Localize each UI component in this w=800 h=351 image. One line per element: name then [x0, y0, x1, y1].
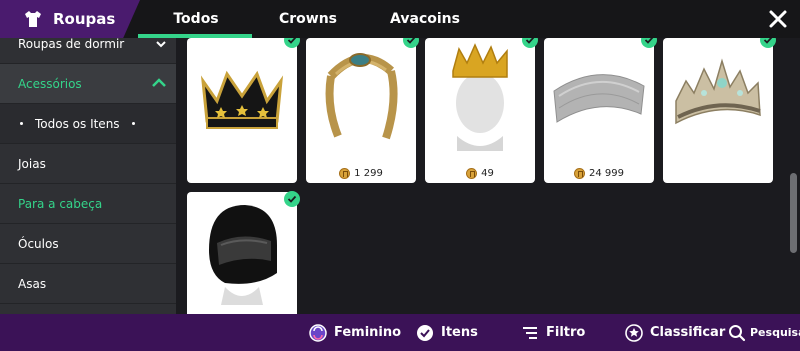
- gender-swap-icon: [309, 323, 327, 342]
- scrollbar-thumb[interactable]: [790, 173, 797, 253]
- avacoin-icon: [466, 168, 478, 179]
- sidebar-item-roupas-de-dormir[interactable]: Roupas de dormir: [0, 38, 176, 64]
- owned-check-icon: [284, 38, 300, 48]
- sidebar-item-asas[interactable]: Asas: [0, 264, 176, 304]
- search-icon: [728, 324, 746, 342]
- sort-button[interactable]: Classificar: [625, 314, 725, 351]
- app-window: Roupas Todos Crowns Avacoins Roupas de d…: [0, 0, 800, 351]
- tab-avacoins[interactable]: Avacoins: [380, 0, 470, 38]
- brand-section: Roupas: [0, 0, 140, 38]
- sidebar-item-acessorios[interactable]: Acessórios: [0, 64, 176, 104]
- owned-check-icon: [641, 38, 657, 48]
- sidebar-item-label: Óculos: [18, 236, 59, 251]
- brand-label: Roupas: [53, 10, 116, 28]
- silver-headband-image: [544, 38, 654, 153]
- sidebar-item-para-a-cabeca[interactable]: Para a cabeça: [0, 184, 176, 224]
- owned-check-icon: [522, 38, 538, 48]
- owned-check-icon: [760, 38, 776, 48]
- check-circle-icon: [416, 324, 434, 342]
- avacoin-icon: [574, 168, 585, 179]
- bottom-button-label: Itens: [441, 325, 478, 340]
- category-sidebar: Roupas de dormir Acessórios Todos os Ite…: [0, 38, 176, 314]
- gender-toggle-button[interactable]: Feminino: [309, 314, 401, 351]
- sidebar-item-joias[interactable]: Joias: [0, 144, 176, 184]
- tab-todos[interactable]: Todos: [138, 0, 252, 38]
- bottom-button-label: Feminino: [334, 325, 402, 340]
- bullet-icon: [131, 122, 135, 125]
- item-grid: 1 299 49 24 999: [176, 38, 788, 314]
- owned-check-icon: [403, 38, 419, 48]
- price-value: 49: [481, 168, 494, 179]
- bottom-button-label: Filtro: [546, 325, 586, 340]
- bottom-toolbar: Feminino Itens Filtro Classificar Pesqui…: [0, 314, 800, 351]
- price-label: 49: [425, 168, 535, 179]
- price-value: 24 999: [589, 168, 624, 179]
- sidebar-item-label: Joias: [18, 156, 46, 171]
- item-card-silver-headband[interactable]: 24 999: [544, 38, 654, 183]
- items-filter-button[interactable]: Itens: [416, 314, 478, 351]
- grid-scrollbar[interactable]: [788, 38, 800, 314]
- sidebar-item-label: Acessórios: [18, 76, 82, 91]
- filter-icon: [521, 324, 539, 342]
- headband-image: [306, 38, 416, 153]
- star-icon: [625, 323, 643, 342]
- item-card-motorcycle-helmet[interactable]: [187, 192, 297, 314]
- sidebar-item-oculos[interactable]: Óculos: [0, 224, 176, 264]
- tab-crowns[interactable]: Crowns: [262, 0, 354, 38]
- filter-button[interactable]: Filtro: [521, 314, 585, 351]
- bullet-icon: [20, 122, 23, 125]
- item-card-gold-leaf-headband[interactable]: 1 299: [306, 38, 416, 183]
- sidebar-item-todos-os-itens[interactable]: Todos os Itens: [0, 104, 176, 144]
- item-card-gold-crown-mannequin[interactable]: 49: [425, 38, 535, 183]
- chevron-down-icon: [156, 38, 166, 51]
- price-label: 1 299: [306, 168, 416, 179]
- shirt-icon: [22, 8, 44, 30]
- helmet-image: [187, 192, 297, 307]
- item-card-jeweled-tiara[interactable]: [663, 38, 773, 183]
- price-label: 24 999: [544, 168, 654, 179]
- close-icon: [769, 10, 787, 28]
- price-value: 1 299: [354, 168, 383, 179]
- avacoin-icon: [339, 168, 351, 179]
- item-card-black-gold-crown[interactable]: [187, 38, 297, 183]
- crown-image: [187, 38, 297, 153]
- search-button[interactable]: Pesquisa: [728, 314, 800, 351]
- mannequin-crown-image: [425, 38, 535, 153]
- close-button[interactable]: [768, 9, 788, 29]
- owned-check-icon: [284, 191, 300, 207]
- bottom-button-label: Pesquisa: [750, 326, 800, 339]
- sidebar-item-label: Para a cabeça: [18, 196, 103, 211]
- chevron-up-icon: [152, 77, 166, 91]
- bottom-button-label: Classificar: [650, 325, 726, 340]
- top-bar: Roupas Todos Crowns Avacoins: [0, 0, 800, 38]
- sidebar-item-label: Asas: [18, 276, 47, 291]
- sidebar-item-label: Roupas de dormir: [18, 38, 125, 51]
- sidebar-item-label: Todos os Itens: [35, 116, 120, 131]
- tiara-image: [663, 38, 773, 153]
